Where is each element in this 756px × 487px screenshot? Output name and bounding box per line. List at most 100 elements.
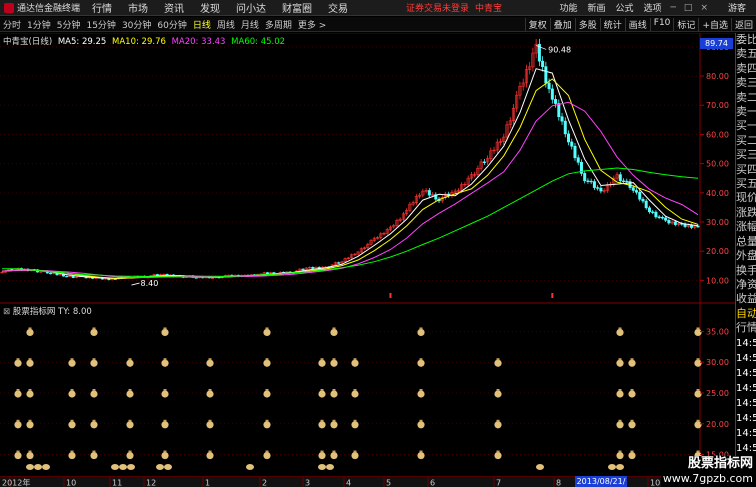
money-bag-neck (265, 419, 269, 422)
menu-options[interactable]: 选项 (638, 1, 666, 14)
period-30min[interactable]: 30分钟 (119, 18, 154, 31)
money-bag-body (616, 390, 624, 398)
money-bag-icon (263, 358, 271, 367)
tool-back[interactable]: 返回 (730, 17, 756, 31)
candle-body (586, 180, 590, 182)
money-bag-neck (630, 358, 634, 361)
close-icon[interactable]: × (696, 3, 712, 13)
money-bag-icon (417, 389, 425, 398)
money-bag-icon (263, 419, 271, 429)
money-bag-icon (330, 327, 338, 337)
app-logo[interactable]: 通达信金融终端 (0, 1, 84, 14)
money-bag-body (14, 451, 22, 460)
x-tick-label: 3 (305, 479, 310, 487)
period-more[interactable]: 更多 > (295, 18, 329, 31)
tool-multi-stock[interactable]: 多股 (574, 17, 600, 31)
period-daily[interactable]: 日线 (190, 18, 214, 31)
money-bag-neck (496, 389, 500, 391)
period-monthly[interactable]: 月线 (238, 18, 262, 31)
menu-function[interactable]: 功能 (554, 1, 582, 14)
period-multi[interactable]: 多周期 (262, 18, 295, 31)
x-tick-label: 5 (386, 479, 391, 487)
menu-item-trade[interactable]: 交易 (320, 0, 356, 15)
money-bag-neck (70, 450, 74, 453)
money-bag-body (126, 421, 134, 429)
ma5-line (1, 68, 699, 280)
money-bag-body (417, 421, 425, 429)
cursor-date: 2013/08/21/三 (575, 476, 627, 487)
money-bag-body (127, 464, 135, 470)
money-bag-icon (318, 419, 326, 429)
guest-user[interactable]: 游客 (712, 1, 756, 14)
menu-new-draw[interactable]: 新画 (582, 1, 610, 14)
menu-item-discover[interactable]: 发现 (192, 0, 228, 15)
period-intraday[interactable]: 分时 (0, 18, 24, 31)
money-bag-icon (68, 419, 76, 429)
tick-time: 14:5 (736, 397, 756, 409)
x-tick-label: 11 (112, 479, 122, 487)
money-bag-neck (128, 358, 132, 361)
candle-body (647, 207, 651, 213)
menu-formula[interactable]: 公式 (610, 1, 638, 14)
money-bag-body (126, 451, 134, 460)
menu-item-market[interactable]: 市场 (120, 0, 156, 15)
money-bag-body (161, 359, 169, 367)
money-bag-body (26, 464, 34, 470)
money-bag-icon (119, 464, 127, 470)
money-bag-body (616, 359, 624, 367)
kline-chart[interactable]: 90.0080.0070.0060.0050.0040.0030.0020.00… (0, 33, 735, 477)
money-bag-icon (68, 450, 76, 460)
money-bag-icon (164, 464, 172, 470)
money-bag-body (34, 464, 42, 470)
tool-mark[interactable]: 标记 (673, 17, 698, 31)
main-y-axis: 90.0080.0070.0060.0050.0040.0030.0020.00… (700, 43, 729, 285)
tool-overlay[interactable]: 叠加 (549, 17, 575, 31)
menu-item-news[interactable]: 资讯 (156, 0, 192, 15)
money-bag-neck (618, 419, 622, 422)
menu-item-quotes[interactable]: 行情 (84, 0, 120, 15)
money-bag-icon (330, 389, 338, 398)
candle-body (657, 216, 661, 218)
money-bag-neck (630, 389, 634, 391)
tick-time: 14:5 (736, 352, 756, 364)
money-bag-icon (351, 358, 359, 367)
login-status[interactable]: 证券交易未登录 (406, 1, 469, 14)
money-bag-icon (417, 358, 425, 367)
money-bag-neck (163, 389, 167, 391)
period-weekly[interactable]: 周线 (214, 18, 238, 31)
money-bag-icon (156, 464, 164, 470)
restore-icon[interactable]: □ (680, 3, 697, 13)
money-bag-neck (419, 419, 423, 422)
period-15min[interactable]: 15分钟 (83, 18, 118, 31)
money-bag-icon (318, 389, 326, 398)
money-bag-neck (208, 358, 212, 361)
period-60min[interactable]: 60分钟 (154, 18, 189, 31)
tool-adjust[interactable]: 复权 (524, 17, 550, 31)
menu-item-ask[interactable]: 问小达 (228, 0, 274, 15)
money-bag-neck (353, 419, 357, 422)
quote-side-panel[interactable]: 委比 卖五 卖四 卖三 卖二 卖一 买一 买二 买三 买四 买五 现价 涨跌 涨… (735, 33, 756, 487)
legend-ma20: MA20: 33.43 (171, 37, 226, 47)
tick-auto-button[interactable]: 自动 (736, 307, 756, 321)
money-bag-body (246, 464, 254, 470)
period-5min[interactable]: 5分钟 (54, 18, 84, 31)
tool-add-watchlist[interactable]: +自选 (698, 17, 731, 31)
money-bag-icon (628, 450, 636, 460)
money-bag-icon (42, 464, 50, 470)
tick-time: 14:5 (736, 442, 756, 454)
tool-f10[interactable]: F10 (649, 17, 674, 31)
money-bag-neck (92, 358, 96, 361)
money-bag-icon (351, 450, 359, 460)
tool-stats[interactable]: 统计 (599, 17, 625, 31)
minimize-icon[interactable]: ─ (667, 3, 680, 13)
candle-body (696, 225, 700, 228)
tool-draw-line[interactable]: 画线 (624, 17, 650, 31)
money-bag-icon (161, 327, 169, 337)
menu-item-wealth[interactable]: 财富圈 (274, 0, 320, 15)
money-bag-neck (16, 419, 20, 422)
money-bag-body (330, 451, 338, 460)
money-bag-body (494, 359, 502, 367)
money-bag-icon (90, 358, 98, 367)
indicator-close-icon[interactable]: ⊠ (3, 307, 10, 317)
period-1min[interactable]: 1分钟 (24, 18, 54, 31)
